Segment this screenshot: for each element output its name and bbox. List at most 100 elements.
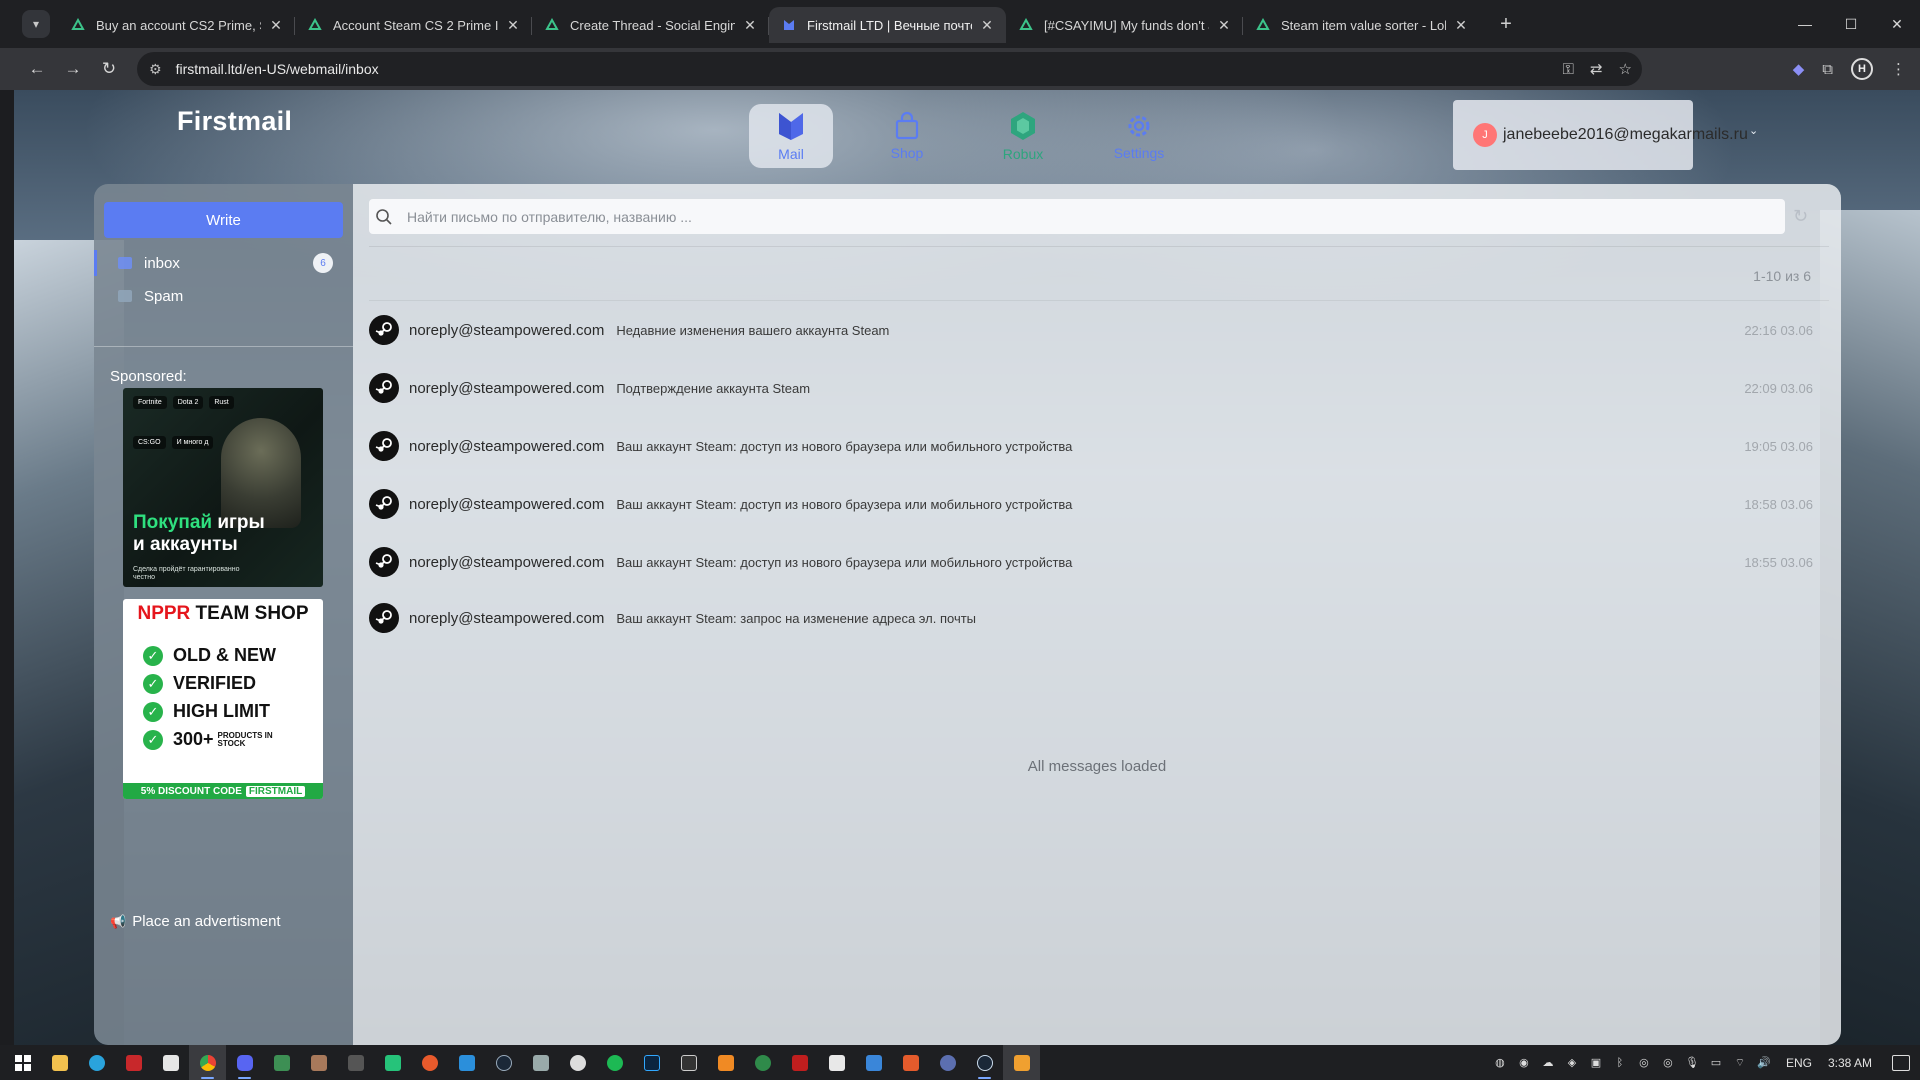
tray-battery-icon[interactable]: ▭ bbox=[1708, 1055, 1724, 1071]
close-window-icon[interactable]: ✕ bbox=[1874, 0, 1920, 48]
minimize-icon[interactable]: — bbox=[1782, 0, 1828, 48]
message-row[interactable]: noreply@steampowered.com Ваш аккаунт Ste… bbox=[369, 422, 1829, 470]
message-row[interactable]: noreply@steampowered.com Недавние измене… bbox=[369, 306, 1829, 354]
app-icon[interactable] bbox=[707, 1045, 744, 1080]
bookmark-star-icon[interactable]: ☆ bbox=[1619, 60, 1632, 78]
search-bar[interactable] bbox=[369, 199, 1785, 234]
tray-microphone-icon[interactable]: 🎙 bbox=[1684, 1055, 1700, 1071]
close-icon[interactable]: ✕ bbox=[741, 17, 759, 34]
browser-tab[interactable]: Buy an account CS2 Prime, Ste ✕ bbox=[58, 7, 295, 43]
forward-arrow-icon[interactable]: → bbox=[56, 52, 90, 86]
close-icon[interactable]: ✕ bbox=[1452, 17, 1470, 34]
discord-icon[interactable] bbox=[226, 1045, 263, 1080]
browser-tab-bar: ▾ Buy an account CS2 Prime, Ste ✕ Accoun… bbox=[0, 0, 1920, 48]
tray-app-icon[interactable]: ◈ bbox=[1564, 1055, 1580, 1071]
tray-steam-icon[interactable]: ◎ bbox=[1660, 1055, 1676, 1071]
app-icon[interactable] bbox=[300, 1045, 337, 1080]
extension-icon[interactable]: ◆ bbox=[1793, 60, 1805, 78]
tray-bluetooth-icon[interactable]: ᛒ bbox=[1612, 1055, 1628, 1071]
site-info-icon[interactable]: ⚙ bbox=[149, 61, 162, 78]
address-bar[interactable]: ⚙ firstmail.ltd/en-US/webmail/inbox ⚿ ⇄ … bbox=[137, 52, 1642, 86]
photoshop-icon[interactable] bbox=[633, 1045, 670, 1080]
app-icon[interactable] bbox=[263, 1045, 300, 1080]
app-icon[interactable] bbox=[744, 1045, 781, 1080]
chevron-down-icon[interactable]: ⌄ bbox=[1749, 124, 1758, 137]
app-icon[interactable] bbox=[1003, 1045, 1040, 1080]
windows-start-icon[interactable] bbox=[4, 1045, 41, 1080]
tab-search-button[interactable]: ▾ bbox=[22, 10, 50, 38]
translate-icon[interactable]: ⇄ bbox=[1590, 60, 1603, 78]
notification-icon[interactable] bbox=[1892, 1054, 1910, 1071]
search-input[interactable] bbox=[407, 208, 1707, 225]
new-tab-button[interactable]: + bbox=[1494, 13, 1518, 36]
filezilla-icon[interactable] bbox=[781, 1045, 818, 1080]
write-button[interactable]: Write bbox=[104, 202, 343, 238]
vscode-icon[interactable] bbox=[448, 1045, 485, 1080]
tray-cloud-icon[interactable]: ☁ bbox=[1540, 1055, 1556, 1071]
close-icon[interactable]: ✕ bbox=[504, 17, 522, 34]
message-time: 18:58 03.06 bbox=[1744, 496, 1813, 512]
message-row[interactable]: noreply@steampowered.com Ваш аккаунт Ste… bbox=[369, 480, 1829, 528]
ad-banner-games[interactable]: Fortnite Dota 2 Rust CS:GO И много д Пок… bbox=[123, 388, 323, 587]
app-icon[interactable] bbox=[892, 1045, 929, 1080]
close-icon[interactable]: ✕ bbox=[1215, 17, 1233, 34]
app-icon[interactable] bbox=[374, 1045, 411, 1080]
app-icon[interactable] bbox=[522, 1045, 559, 1080]
message-row[interactable]: noreply@steampowered.com Ваш аккаунт Ste… bbox=[369, 594, 1829, 642]
telegram-icon[interactable] bbox=[78, 1045, 115, 1080]
key-icon[interactable]: ⚿ bbox=[1563, 61, 1574, 78]
tray-app-icon[interactable]: ◍ bbox=[1492, 1055, 1508, 1071]
place-ad-link[interactable]: 📢 Place an advertisment bbox=[110, 913, 281, 930]
tray-wifi-icon[interactable]: ⌔ bbox=[1732, 1055, 1748, 1071]
input-language[interactable]: ENG bbox=[1786, 1056, 1812, 1070]
reload-icon[interactable]: ↻ bbox=[92, 52, 126, 86]
chrome-icon[interactable] bbox=[189, 1045, 226, 1080]
calendar-icon[interactable] bbox=[152, 1045, 189, 1080]
folder-spam[interactable]: Spam bbox=[94, 281, 353, 311]
app-icon[interactable] bbox=[115, 1045, 152, 1080]
nav-shop[interactable]: Shop bbox=[865, 104, 949, 168]
steam-icon[interactable] bbox=[485, 1045, 522, 1080]
app-icon[interactable] bbox=[559, 1045, 596, 1080]
steam-logo-icon bbox=[369, 489, 399, 519]
close-icon[interactable]: ✕ bbox=[978, 17, 996, 34]
account-switcher[interactable]: J janebeebe2016@megakarmails.ru ⌄ bbox=[1453, 100, 1758, 170]
message-row[interactable]: noreply@steampowered.com Подтверждение а… bbox=[369, 364, 1829, 412]
steam-icon[interactable] bbox=[966, 1045, 1003, 1080]
nav-settings[interactable]: Settings bbox=[1097, 104, 1181, 168]
back-arrow-icon[interactable]: ← bbox=[20, 52, 54, 86]
profile-avatar[interactable]: H bbox=[1851, 58, 1873, 80]
ad-banner-nppr[interactable]: NPPR TEAM SHOP ✓ OLD & NEW ✓ VERIFIED ✓ HIG… bbox=[123, 599, 323, 799]
app-icon[interactable] bbox=[818, 1045, 855, 1080]
ad2-title-red: NPPR bbox=[137, 603, 191, 624]
more-menu-icon[interactable]: ⋮ bbox=[1891, 60, 1906, 78]
brand-logo[interactable]: Firstmail bbox=[177, 106, 292, 137]
nav-robux[interactable]: Robux bbox=[981, 104, 1065, 168]
tray-discord-icon[interactable]: ◉ bbox=[1516, 1055, 1532, 1071]
tray-nvidia-icon[interactable]: ▣ bbox=[1588, 1055, 1604, 1071]
browser-tab-active[interactable]: Firstmail LTD | Вечные почтовь ✕ bbox=[769, 7, 1006, 43]
browser-tab[interactable]: Account Steam CS 2 Prime Inve ✕ bbox=[295, 7, 532, 43]
spotify-icon[interactable] bbox=[596, 1045, 633, 1080]
folder-label: inbox bbox=[144, 254, 180, 272]
file-explorer-icon[interactable] bbox=[41, 1045, 78, 1080]
epic-games-icon[interactable] bbox=[670, 1045, 707, 1080]
nav-mail[interactable]: Mail bbox=[749, 104, 833, 168]
extensions-puzzle-icon[interactable]: ⧉ bbox=[1822, 61, 1833, 78]
browser-tab[interactable]: Steam item value sorter - Lolzte ✕ bbox=[1243, 7, 1480, 43]
message-row[interactable]: noreply@steampowered.com Ваш аккаунт Ste… bbox=[369, 538, 1829, 586]
microphone-app-icon[interactable] bbox=[411, 1045, 448, 1080]
app-icon[interactable] bbox=[929, 1045, 966, 1080]
browser-tab[interactable]: [#CSAYIMU] My funds don't ar ✕ bbox=[1006, 7, 1243, 43]
app-icon[interactable] bbox=[855, 1045, 892, 1080]
tab-title: Steam item value sorter - Lolzte bbox=[1281, 17, 1446, 33]
tray-steam-icon[interactable]: ◎ bbox=[1636, 1055, 1652, 1071]
maximize-icon[interactable]: ☐ bbox=[1828, 0, 1874, 48]
system-clock[interactable]: 3:38 AM bbox=[1828, 1056, 1872, 1070]
browser-tab[interactable]: Create Thread - Social Engineer ✕ bbox=[532, 7, 769, 43]
app-icon[interactable] bbox=[337, 1045, 374, 1080]
tray-volume-icon[interactable]: 🔊 bbox=[1756, 1055, 1772, 1071]
refresh-icon[interactable]: ↻ bbox=[1793, 206, 1808, 227]
close-icon[interactable]: ✕ bbox=[267, 17, 285, 34]
folder-inbox[interactable]: inbox 6 bbox=[94, 248, 353, 278]
